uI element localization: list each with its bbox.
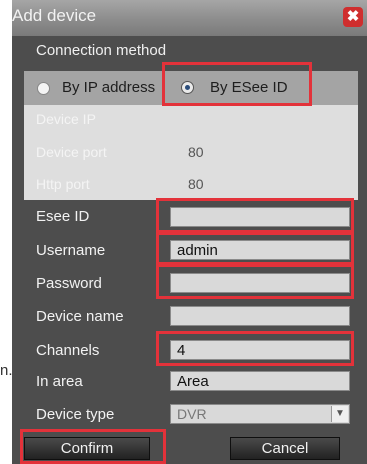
area-label: In area xyxy=(36,373,83,390)
add-device-dialog: Add device ✖ Connection method By IP add… xyxy=(12,0,367,464)
connection-method-label: Connection method xyxy=(36,42,167,59)
channels-input[interactable] xyxy=(170,340,350,360)
password-label: Password xyxy=(36,275,102,292)
dialog-title: Add device xyxy=(12,6,97,25)
password-input[interactable] xyxy=(170,273,350,293)
device-port-label: Device port xyxy=(36,144,107,160)
esee-id-label: Esee ID xyxy=(36,208,90,225)
connection-method-options: By IP address By ESee ID xyxy=(24,71,358,105)
username-input[interactable] xyxy=(170,240,350,260)
close-button[interactable]: ✖ xyxy=(343,7,363,27)
confirm-button[interactable]: Confirm xyxy=(24,437,150,460)
device-type-select[interactable]: DVR ▼ xyxy=(170,404,350,424)
device-port-value: 80 xyxy=(188,144,204,160)
device-type-label: Device type xyxy=(36,406,115,423)
device-type-value: DVR xyxy=(177,406,207,422)
device-ip-label: Device IP xyxy=(36,111,96,127)
close-icon: ✖ xyxy=(346,8,360,25)
radio-label-by-ip-address[interactable]: By IP address xyxy=(62,79,155,96)
radio-label-by-esee-id[interactable]: By ESee ID xyxy=(210,79,288,96)
http-port-label: Http port xyxy=(36,176,90,192)
http-port-value: 80 xyxy=(188,176,204,192)
ip-settings-panel: Device IP Device port 80 Http port 80 xyxy=(24,105,358,200)
cancel-button[interactable]: Cancel xyxy=(230,437,340,460)
username-label: Username xyxy=(36,242,106,259)
area-input[interactable] xyxy=(170,371,350,391)
title-bar: Add device ✖ xyxy=(12,0,367,36)
cropped-text-fragment: n. xyxy=(0,362,12,379)
chevron-down-icon[interactable]: ▼ xyxy=(331,406,348,422)
esee-id-input[interactable] xyxy=(170,207,350,227)
radio-by-esee-id[interactable] xyxy=(181,81,194,94)
channels-label: Channels xyxy=(36,342,100,359)
device-name-label: Device name xyxy=(36,308,124,325)
device-name-input[interactable] xyxy=(170,306,350,326)
radio-by-ip-address[interactable] xyxy=(37,82,50,95)
